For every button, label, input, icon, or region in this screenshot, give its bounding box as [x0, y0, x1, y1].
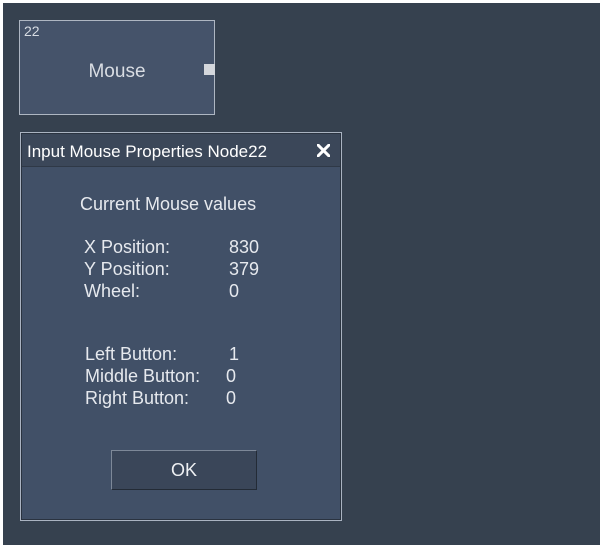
wheel-value: 0	[229, 281, 240, 301]
mouse-input-node[interactable]: 22 Mouse	[19, 20, 215, 115]
node-title: Mouse	[88, 61, 146, 82]
wheel-label: Wheel:	[84, 281, 141, 301]
section-title: Current Mouse values	[80, 194, 257, 214]
node-editor-canvas[interactable]: 22 Mouse Input Mouse Properties Node22 C…	[3, 3, 600, 545]
y-position-value: 379	[229, 259, 260, 279]
left-button-label: Left Button:	[85, 344, 178, 364]
middle-button-value: 0	[226, 366, 237, 386]
close-icon[interactable]	[314, 141, 332, 159]
node-id-label: 22	[24, 23, 40, 39]
x-position-value: 830	[229, 237, 260, 257]
ok-button[interactable]: OK	[111, 450, 257, 490]
dialog-body: Input Mouse Properties Node22 Current Mo…	[21, 133, 341, 520]
mouse-properties-dialog: Input Mouse Properties Node22 Current Mo…	[20, 132, 342, 521]
left-button-value: 1	[229, 344, 240, 364]
x-position-label: X Position:	[84, 237, 171, 257]
dialog-title-bar[interactable]: Input Mouse Properties Node22	[22, 134, 340, 167]
output-port[interactable]	[204, 64, 215, 75]
right-button-value: 0	[226, 388, 237, 408]
y-position-label: Y Position:	[84, 259, 170, 279]
middle-button-label: Middle Button:	[85, 366, 201, 386]
dialog-title: Input Mouse Properties Node22	[27, 142, 268, 161]
right-button-label: Right Button:	[85, 388, 190, 408]
